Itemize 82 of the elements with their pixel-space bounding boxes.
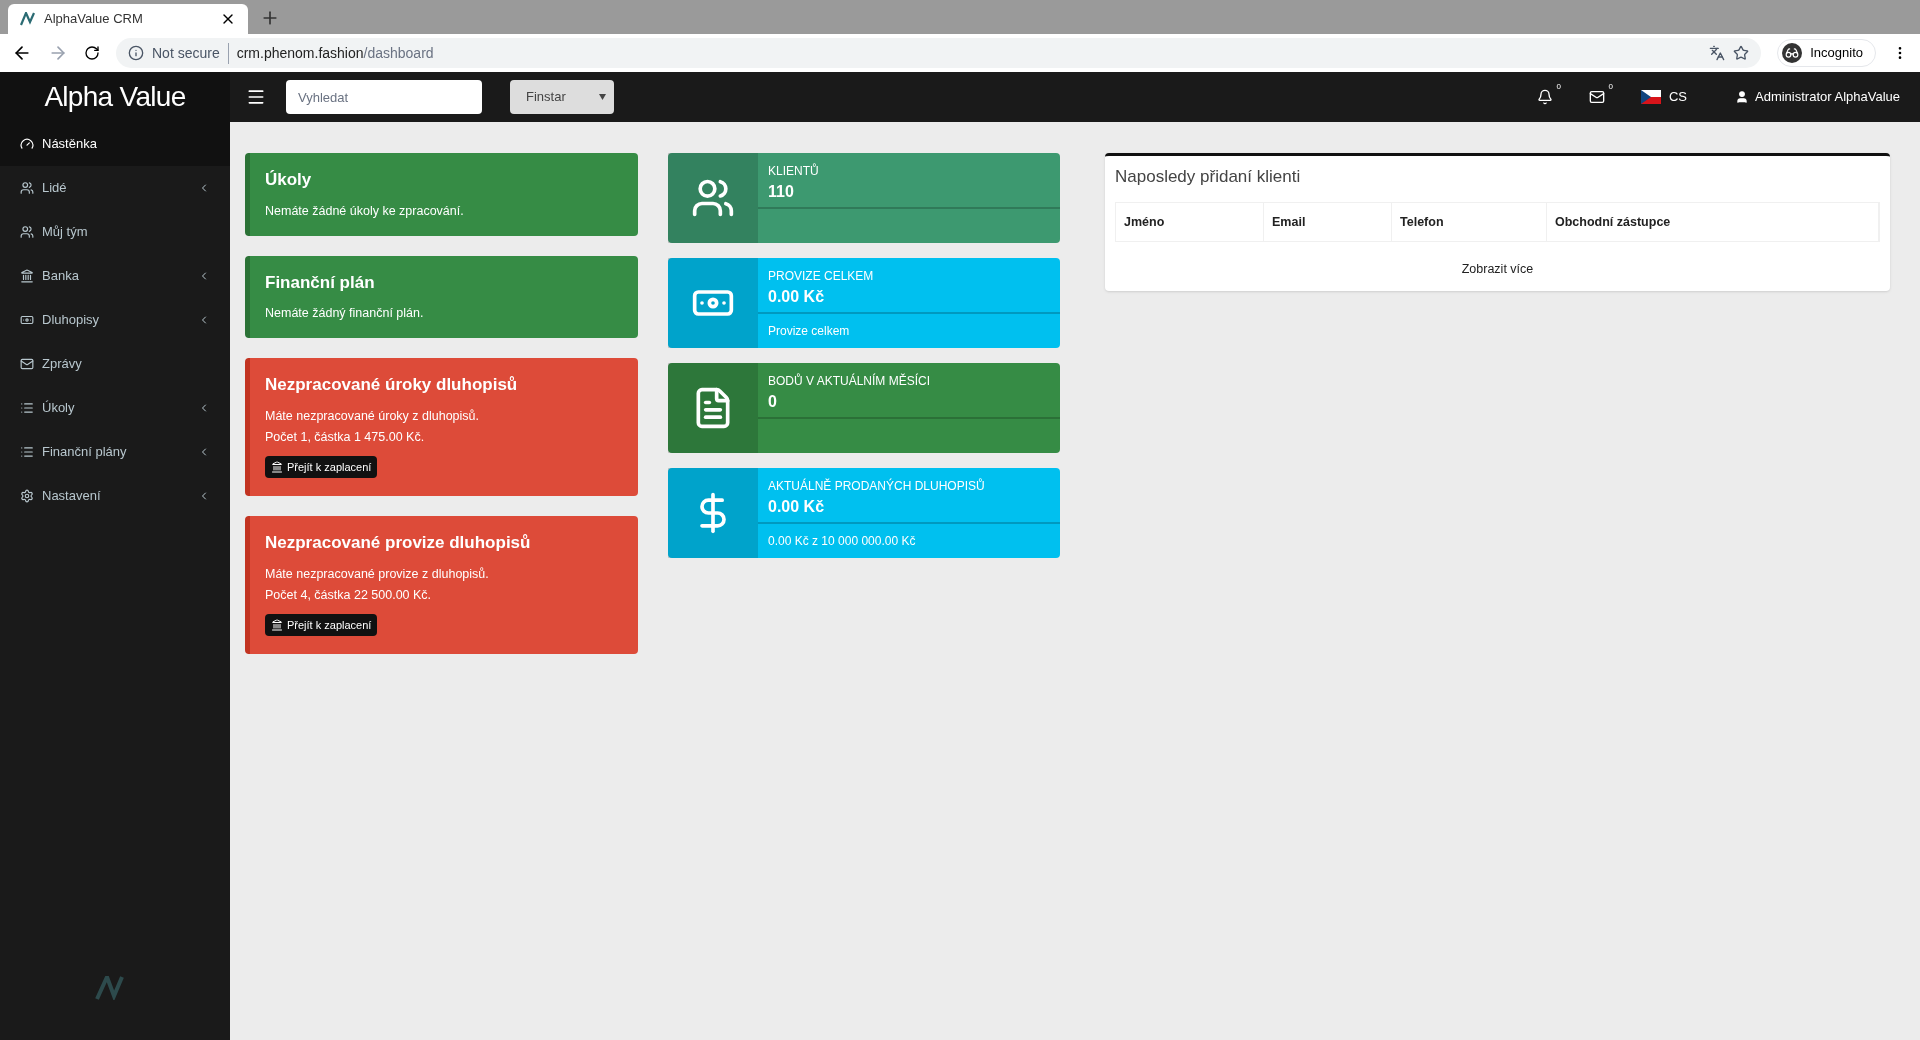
app-logo[interactable]: Alpha Value [0,72,230,122]
envelope-icon[interactable] [1588,89,1605,105]
translate-icon[interactable] [1709,45,1726,61]
caret-icon [599,94,606,100]
sidebar-item[interactable]: Nastavení [0,474,230,518]
sidebar-item[interactable]: Lidé [0,166,230,210]
column-header: Obchodní zástupce [1547,202,1879,242]
menu-icon[interactable] [246,87,266,107]
address-bar[interactable]: Not secure crm.phenom.fashion/dashboard [116,38,1762,68]
company-select[interactable]: Finstar [510,80,614,114]
search-field[interactable]: Vyhledat [286,80,482,114]
sidebar-item[interactable]: Banka [0,254,230,298]
pay-button[interactable]: Přejít k zaplacení [265,613,378,636]
info-box-label: AKTUÁLNĚ PRODANÝCH DLUHOPISŮ [768,477,986,495]
sidebar-label: Finanční plány [42,443,128,462]
sidebar-label: Banka [42,267,80,286]
dashboard-icon [20,137,34,151]
sidebar-label: Zprávy [42,355,83,374]
alert-title: Finanční plán [265,271,376,294]
message-count: 0 [1608,81,1613,93]
alert-text: Máte nezpracované provize z dluhopisů. [265,565,490,583]
security-label: Not secure [152,43,220,63]
settings-icon [20,489,34,503]
czech-flag-icon [1640,90,1661,104]
users-icon [20,225,34,239]
sidebar-label: Lidé [42,179,68,198]
sidebar-label: Můj tým [42,223,89,242]
envelope-icon [20,357,34,371]
user-icon [1735,90,1749,104]
sidebar-label: Nastavení [42,487,102,506]
info-icon [128,45,144,61]
sidebar-item[interactable]: Finanční plány [0,430,230,474]
star-icon[interactable] [1733,45,1750,61]
bank-icon [20,269,34,283]
url-text: crm.phenom.fashion/dashboard [227,42,434,64]
sidebar-label: Nástěnka [42,135,98,154]
users-icon [20,181,34,195]
sidebar-item[interactable]: Můj tým [0,210,230,254]
alert-text: Počet 1, částka 1 475.00 Kč. [265,428,426,446]
alert-title: Úkoly [265,169,313,191]
info-box-footer: Provize celkem [758,314,1060,340]
reload-icon[interactable] [84,45,100,61]
language-selector[interactable]: CS [1640,87,1687,107]
info-box-value: 0.00 Kč [768,497,826,517]
sidebar-item[interactable]: Zprávy [0,342,230,386]
show-more-link[interactable]: Zobrazit více [1461,260,1534,279]
alert-text: Počet 4, částka 22 500.00 Kč. [265,586,433,604]
user-menu[interactable]: Administrator AlphaValue [1735,87,1900,107]
pay-button[interactable]: Přejít k zaplacení [265,455,378,478]
alert-text: Nemáte žádné úkoly ke zpracování. [265,202,465,220]
info-box-label: KLIENTŮ [768,162,820,180]
info-box-label: PROVIZE CELKEM [768,268,875,285]
info-box-footer: 0.00 Kč z 10 000 000.00 Kč [758,524,1060,550]
bell-icon[interactable] [1536,89,1553,105]
info-box-value: 110 [768,182,795,202]
column-header: Email [1264,202,1392,242]
sidebar-label: Úkoly [42,399,76,418]
alert-text: Nemáte žádný finanční plán. [265,305,425,322]
list-icon [20,445,34,459]
panel-title: Naposledy přidaní klienti [1115,166,1302,188]
notification-count: 0 [1556,81,1561,93]
info-box-value: 0 [768,392,778,412]
info-box-value: 0.00 Kč [768,287,826,307]
logo-icon [95,976,125,1000]
logo-icon [20,12,36,26]
list-icon [20,401,34,415]
column-header: Jméno [1116,202,1264,242]
bank-icon [271,460,283,473]
column-header: Telefon [1392,202,1547,242]
info-box-label: BODŮ V AKTUÁLNÍM MĚSÍCI [768,372,932,390]
bank-icon [271,618,283,631]
alert-title: Nezpracované provize dluhopisů [265,532,532,554]
banknote-icon [20,313,34,327]
browser-tab[interactable]: AlphaValue CRM [8,4,248,34]
sidebar-label: Dluhopisy [42,311,101,330]
incognito-icon [1782,43,1803,63]
sidebar-item[interactable]: Nástěnka [0,122,230,166]
alert-text: Máte nezpracované úroky z dluhopisů. [265,407,480,425]
sidebar-item[interactable]: Dluhopisy [0,298,230,342]
alert-title: Nezpracované úroky dluhopisů [265,374,519,396]
tab-title: AlphaValue CRM [44,10,144,29]
sidebar-item[interactable]: Úkoly [0,386,230,430]
